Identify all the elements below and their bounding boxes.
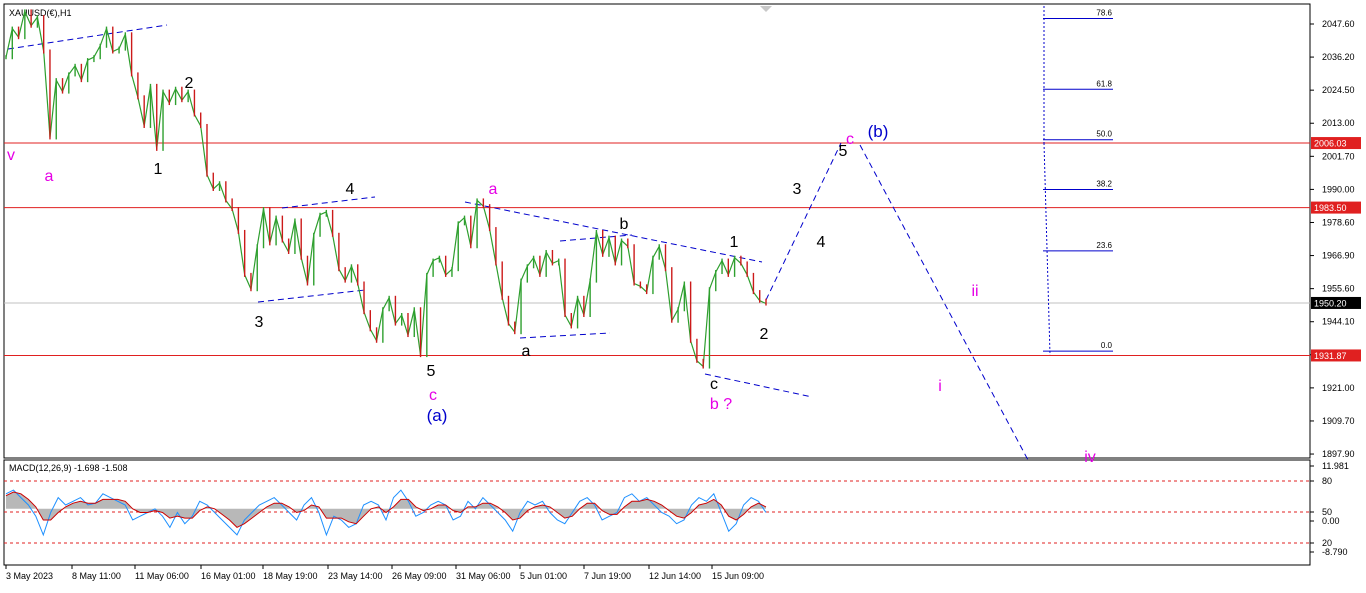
price-axis-label: 1921.00 [1322,383,1355,393]
wave-label: (a) [427,406,448,425]
time-axis-label: 3 May 2023 [6,571,53,581]
price-axis-label: 1944.10 [1322,317,1355,327]
time-axis-label: 31 May 06:00 [456,571,511,581]
chart-title: XAUUSD(€),H1 [9,8,72,18]
wave-label: iv [1084,449,1096,466]
xauusd-h1-chart: XAUUSD(€),H1 2047.60 2036.20 2024.50 2013.00… [3,3,1361,581]
price-axis-label: 2047.60 [1322,19,1355,29]
wave-label: b [620,216,629,233]
price-axis-label: 1978.60 [1322,217,1355,227]
wave-label: 4 [817,234,826,251]
level-price-label: 2006.03 [1314,139,1347,149]
wave-label: 1 [730,234,739,251]
price-axis-label: 2036.20 [1322,52,1355,62]
time-axis-label: 12 Jun 14:00 [649,571,701,581]
macd-axis-label: 0.00 [1322,516,1340,526]
wave-label: c [846,131,854,148]
price-axis-label: 2024.50 [1322,85,1355,95]
wave-label: a [45,168,54,185]
fib-level-label: 78.6 [1096,9,1112,18]
time-axis-label: 18 May 19:00 [263,571,318,581]
price-axis-label: 1909.70 [1322,416,1355,426]
macd-axis-label: 80 [1322,476,1332,486]
wave-label: c [429,387,437,404]
chart-root: XAUUSD(€),H1 2047.60 2036.20 2024.50 2013.00… [0,0,1366,588]
current-price-label: 1950.20 [1314,298,1347,308]
level-price-label: 1931.87 [1314,351,1347,361]
wave-label: 3 [255,314,264,331]
wave-label: 4 [346,181,355,198]
time-axis-label: 26 May 09:00 [392,571,447,581]
wave-label: c [710,376,718,393]
fib-level-label: 61.8 [1096,79,1112,88]
price-axis-label: 1897.90 [1322,449,1355,459]
price-axis-label: 1966.90 [1322,251,1355,261]
wave-label: a [489,181,498,198]
fib-level-label: 50.0 [1096,130,1112,139]
time-axis-label: 16 May 01:00 [201,571,256,581]
fib-level-label: 38.2 [1096,180,1112,189]
fib-level-label: 0.0 [1101,341,1113,350]
price-axis-label: 1990.00 [1322,184,1355,194]
price-axis-label: 1955.60 [1322,284,1355,294]
wave-label: 5 [427,363,436,380]
macd-axis-label: 11.981 [1322,461,1349,471]
time-axis-label: 11 May 06:00 [135,571,189,581]
level-price-label: 1983.50 [1314,203,1347,213]
time-axis-label: 8 May 11:00 [72,571,121,581]
time-axis-label: 23 May 14:00 [328,571,383,581]
main-plot-frame [3,3,1311,459]
wave-label: a [522,343,531,360]
time-axis-label: 5 Jun 01:00 [520,571,567,581]
wave-label: 2 [185,75,194,92]
wave-label: (b) [868,122,889,141]
fib-level-label: 23.6 [1096,241,1112,250]
wave-label: 3 [793,181,802,198]
wave-label: 1 [154,161,163,178]
time-axis-label: 7 Jun 19:00 [584,571,631,581]
price-axis-label: 2013.00 [1322,118,1355,128]
price-axis-label: 2001.70 [1322,151,1355,161]
time-axis-label: 15 Jun 09:00 [712,571,764,581]
wave-label: v [7,147,15,164]
wave-label: i [938,378,942,395]
macd-axis-label: -8.790 [1322,547,1348,557]
wave-label: 2 [760,326,769,343]
wave-label: ii [971,283,978,300]
macd-title: MACD(12,26,9) -1.698 -1.508 [9,463,128,473]
wave-label: b ? [710,396,732,413]
